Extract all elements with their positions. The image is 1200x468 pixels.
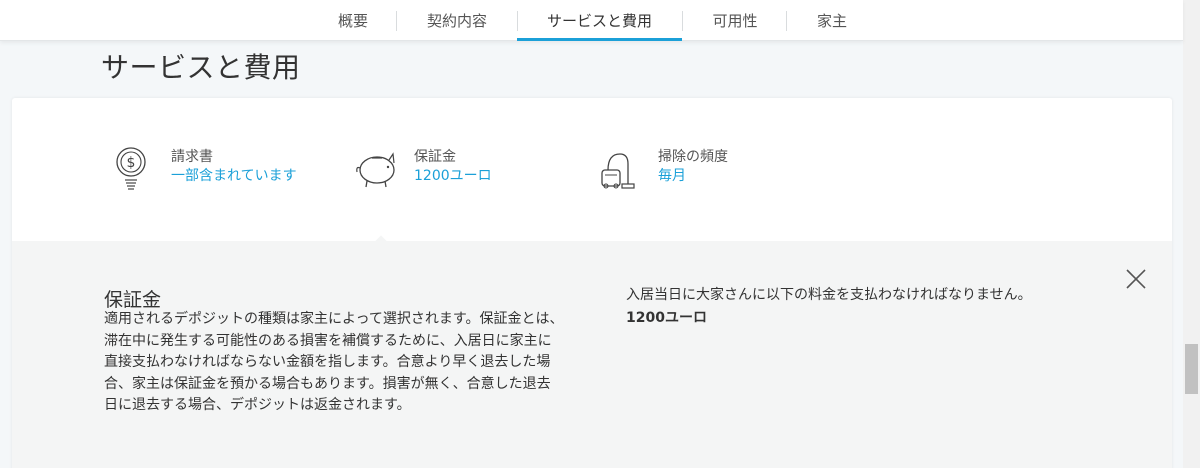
- tab-label: 可用性: [712, 12, 758, 30]
- close-icon: [1124, 269, 1148, 295]
- feature-bills[interactable]: $ 請求書 一部含まれています: [111, 144, 331, 194]
- tab-divider: [786, 11, 787, 31]
- deposit-detail-panel: 保証金 適用されるデポジットの種類は家主によって選択されます。保証金とは、滞在中…: [12, 235, 1172, 468]
- payment-amount: 1200ユーロ: [626, 310, 707, 326]
- payment-note: 入居当日に大家さんに以下の料金を支払わなければなりません。: [626, 287, 1032, 303]
- scrollbar-thumb[interactable]: [1185, 344, 1198, 394]
- tab-services-and-fees[interactable]: サービスと費用: [517, 0, 682, 41]
- page-title: サービスと費用: [101, 51, 301, 84]
- feature-value: 1200ユーロ: [414, 168, 492, 184]
- tab-divider: [682, 11, 683, 31]
- vacuum-cleaner-icon: [598, 144, 640, 194]
- tab-overview[interactable]: 概要: [318, 0, 388, 41]
- tab-label: 概要: [337, 12, 368, 30]
- close-button[interactable]: [1124, 267, 1148, 291]
- feature-deposit[interactable]: 保証金 1200ユーロ: [354, 144, 554, 194]
- tab-label: 家主: [816, 12, 847, 30]
- tab-label: 契約内容: [426, 12, 487, 30]
- page-scrollbar[interactable]: [1183, 0, 1200, 468]
- feature-label: 保証金: [414, 149, 456, 165]
- feature-label: 請求書: [171, 149, 213, 165]
- tab-availability[interactable]: 可用性: [690, 0, 780, 41]
- tab-label: サービスと費用: [546, 12, 652, 30]
- feature-value: 一部含まれています: [171, 168, 297, 184]
- feature-value: 毎月: [658, 168, 686, 184]
- feature-label: 掃除の頻度: [658, 149, 728, 165]
- tab-landlord[interactable]: 家主: [794, 0, 870, 41]
- piggy-bank-icon: [354, 144, 396, 194]
- money-bulb-icon: $: [111, 144, 153, 194]
- feature-cleaning-frequency[interactable]: 掃除の頻度 毎月: [598, 144, 798, 194]
- detail-description: 適用されるデポジットの種類は家主によって選択されます。保証金とは、滞在中に発生す…: [104, 311, 564, 413]
- svg-text:$: $: [127, 155, 136, 171]
- tab-divider: [396, 11, 397, 31]
- section-tab-bar: 概要 契約内容 サービスと費用 可用性 家主: [0, 0, 1183, 41]
- detail-title: 保証金: [104, 289, 162, 311]
- tab-contract[interactable]: 契約内容: [404, 0, 510, 41]
